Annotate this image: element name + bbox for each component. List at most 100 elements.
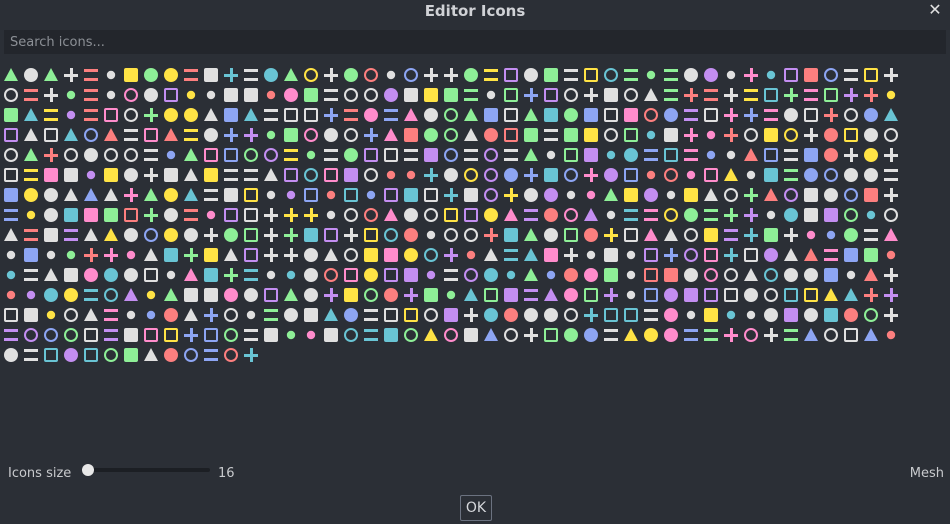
editor-icon[interactable] (704, 329, 718, 341)
editor-icon[interactable] (124, 168, 138, 182)
editor-icon[interactable] (884, 68, 898, 82)
editor-icon[interactable] (624, 108, 638, 122)
editor-icon[interactable] (64, 288, 78, 302)
editor-icon[interactable] (606, 150, 616, 160)
editor-icon[interactable] (644, 248, 658, 262)
editor-icon[interactable] (304, 248, 318, 262)
editor-icon[interactable] (26, 290, 36, 300)
editor-icon[interactable] (144, 248, 158, 261)
editor-icon[interactable] (384, 268, 398, 282)
editor-icon[interactable] (566, 190, 576, 200)
editor-icon[interactable] (264, 68, 278, 82)
editor-icon[interactable] (324, 128, 338, 142)
editor-icon[interactable] (404, 228, 418, 242)
editor-icon[interactable] (104, 188, 118, 201)
editor-icon[interactable] (804, 288, 818, 302)
editor-icon[interactable] (844, 328, 858, 342)
editor-icon[interactable] (484, 308, 498, 322)
editor-icon[interactable] (626, 270, 636, 280)
editor-icon[interactable] (664, 288, 678, 302)
editor-icon[interactable] (524, 108, 538, 121)
editor-icon[interactable] (664, 208, 678, 222)
editor-icon[interactable] (684, 88, 698, 102)
editor-icon[interactable] (184, 348, 198, 362)
editor-icon[interactable] (404, 128, 418, 142)
editor-icon[interactable] (564, 308, 578, 322)
editor-icon[interactable] (84, 109, 98, 121)
editor-icon[interactable] (864, 168, 878, 182)
editor-icon[interactable] (784, 149, 798, 161)
editor-icon[interactable] (584, 228, 598, 242)
editor-icon[interactable] (764, 268, 778, 282)
editor-icon[interactable] (804, 128, 818, 142)
editor-icon[interactable] (244, 208, 258, 222)
editor-icon[interactable] (404, 208, 418, 222)
editor-icon[interactable] (104, 128, 118, 141)
editor-icon[interactable] (524, 88, 538, 102)
editor-icon[interactable] (624, 168, 638, 182)
editor-icon[interactable] (704, 308, 718, 322)
editor-icon[interactable] (724, 188, 738, 202)
editor-icon[interactable] (464, 268, 478, 282)
editor-icon[interactable] (264, 109, 278, 121)
editor-icon[interactable] (66, 110, 76, 120)
editor-icon[interactable] (764, 88, 778, 102)
editor-icon[interactable] (624, 308, 638, 322)
editor-icon[interactable] (424, 288, 438, 302)
editor-icon[interactable] (404, 328, 418, 342)
editor-icon[interactable] (524, 228, 538, 241)
editor-icon[interactable] (384, 228, 398, 242)
editor-icon[interactable] (824, 208, 838, 222)
editor-icon[interactable] (84, 89, 98, 101)
editor-icon[interactable] (846, 270, 856, 280)
editor-icon[interactable] (604, 288, 618, 302)
editor-icon[interactable] (724, 229, 738, 241)
editor-icon[interactable] (466, 250, 476, 260)
editor-icon[interactable] (744, 128, 758, 142)
editor-icon[interactable] (404, 248, 418, 262)
editor-icon[interactable] (584, 68, 598, 82)
editor-icon[interactable] (824, 268, 838, 282)
editor-icon[interactable] (704, 89, 718, 101)
editor-icon[interactable] (844, 168, 858, 182)
editor-icon[interactable] (604, 248, 618, 262)
editor-icon[interactable] (784, 169, 798, 181)
editor-icon[interactable] (604, 88, 618, 102)
editor-icon[interactable] (544, 68, 558, 82)
editor-icon[interactable] (164, 188, 178, 202)
editor-icon[interactable] (4, 348, 18, 362)
editor-icon[interactable] (784, 268, 798, 282)
editor-icon[interactable] (164, 208, 178, 222)
editor-icon[interactable] (784, 88, 798, 102)
editor-icon[interactable] (844, 208, 858, 222)
editor-icon[interactable] (4, 68, 18, 81)
editor-icon[interactable] (706, 150, 716, 160)
editor-icon[interactable] (104, 248, 118, 262)
editor-icon[interactable] (84, 328, 98, 342)
editor-icon[interactable] (726, 310, 736, 320)
editor-icon[interactable] (166, 150, 176, 160)
editor-icon[interactable] (646, 70, 656, 80)
editor-icon[interactable] (164, 108, 178, 122)
editor-icon[interactable] (524, 168, 538, 182)
editor-icon[interactable] (24, 349, 38, 361)
editor-icon[interactable] (464, 68, 478, 82)
editor-icon[interactable] (884, 308, 898, 322)
editor-icon[interactable] (384, 308, 398, 322)
editor-icon[interactable] (624, 328, 638, 341)
editor-icon[interactable] (444, 148, 458, 162)
icons-size-slider[interactable] (82, 464, 210, 476)
editor-icon[interactable] (84, 228, 98, 241)
editor-icon[interactable] (224, 228, 238, 242)
editor-icon[interactable] (604, 68, 618, 82)
editor-icon[interactable] (764, 148, 778, 162)
slider-grabber[interactable] (82, 464, 94, 476)
editor-icon[interactable] (484, 148, 498, 162)
editor-icon[interactable] (444, 208, 458, 222)
editor-icon[interactable] (266, 130, 276, 140)
editor-icon[interactable] (864, 108, 878, 122)
editor-icon[interactable] (664, 108, 678, 122)
editor-icon[interactable] (44, 128, 58, 142)
editor-icon[interactable] (164, 288, 178, 301)
editor-icon[interactable] (604, 228, 618, 242)
